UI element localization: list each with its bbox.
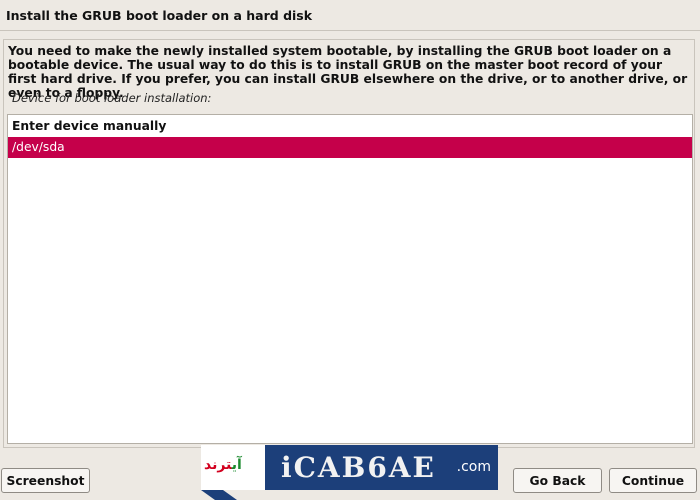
go-back-button[interactable]: Go Back [513, 468, 602, 493]
continue-button[interactable]: Continue [609, 468, 697, 493]
device-option-enter-manually[interactable]: Enter device manually [8, 116, 692, 137]
device-option-dev-sda[interactable]: /dev/sda [8, 137, 692, 158]
installer-title: Install the GRUB boot loader on a hard d… [6, 8, 313, 23]
watermark-domain: .com [456, 459, 491, 475]
screenshot-button[interactable]: Screenshot [1, 468, 90, 493]
watermark-persian-text: آیترند [204, 457, 242, 473]
device-prompt-label: Device for boot loader installation: [12, 91, 212, 105]
watermark-logo: آیترند iCAB6AE .com [201, 445, 498, 500]
watermark-bar: iCAB6AE .com [265, 445, 498, 490]
watermark-letters: iCAB6AE [281, 451, 436, 484]
watermark-tail-shape [201, 490, 237, 500]
device-list[interactable]: Enter device manually /dev/sda [7, 114, 693, 444]
title-divider [0, 30, 700, 31]
watermark-persian-panel: آیترند [201, 445, 265, 490]
